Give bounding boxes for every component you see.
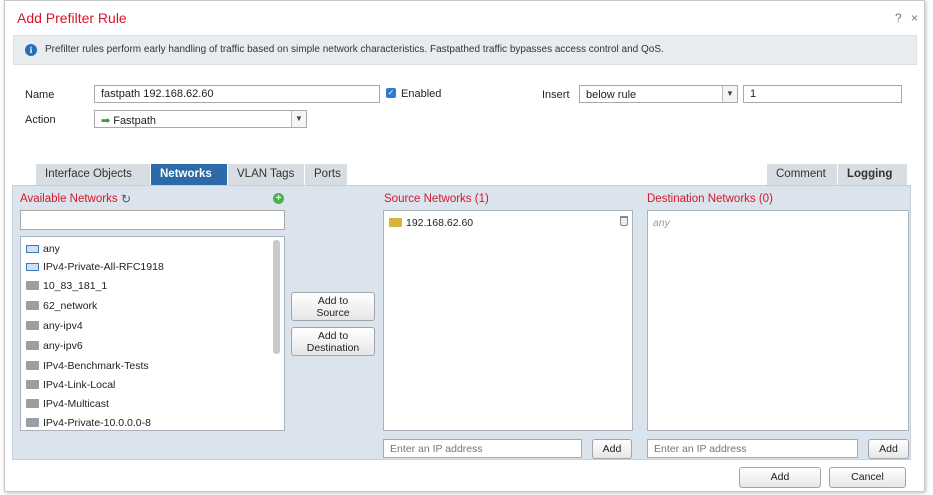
- list-item-label: any-ipv6: [43, 340, 83, 352]
- network-host-icon: [389, 218, 402, 227]
- available-networks-list: any IPv4-Private-All-RFC1918 10_83_181_1…: [20, 236, 285, 431]
- info-icon: i: [25, 44, 37, 56]
- tab-vlan-tags[interactable]: VLAN Tags: [228, 164, 305, 185]
- network-object-icon: [26, 321, 39, 330]
- list-item-label: 10_83_181_1: [43, 280, 108, 292]
- network-object-icon: [26, 399, 39, 408]
- add-destination-ip-button[interactable]: Add: [868, 439, 909, 459]
- add-network-icon[interactable]: +: [273, 193, 284, 204]
- list-item[interactable]: IPv4-Link-Local: [26, 377, 115, 393]
- title-icons: ? ×: [889, 11, 918, 25]
- chevron-down-icon: ▼: [291, 111, 306, 127]
- tab-comment[interactable]: Comment: [767, 164, 838, 185]
- info-bar: i Prefilter rules perform early handling…: [13, 35, 917, 65]
- dialog-title: Add Prefilter Rule: [17, 10, 127, 26]
- network-object-icon: [26, 281, 39, 290]
- list-item-label: any-ipv4: [43, 320, 83, 332]
- list-item[interactable]: IPv4-Private-10.0.0.0-8: [26, 415, 151, 430]
- network-object-icon: [26, 361, 39, 370]
- cancel-button[interactable]: Cancel: [829, 467, 906, 488]
- add-to-destination-line2: Destination: [306, 342, 360, 354]
- list-item-label: IPv4-Multicast: [43, 398, 109, 410]
- add-button[interactable]: Add: [739, 467, 821, 488]
- action-select[interactable]: ➡ Fastpath ▼: [94, 110, 307, 128]
- list-item[interactable]: any: [26, 241, 60, 257]
- close-icon[interactable]: ×: [911, 11, 918, 25]
- network-object-icon: [26, 380, 39, 389]
- enabled-label: Enabled: [401, 88, 442, 100]
- source-networks-list: 192.168.62.60: [383, 210, 633, 431]
- list-item-label: IPv4-Benchmark-Tests: [43, 360, 149, 372]
- source-networks-title: Source Networks (1): [384, 193, 489, 205]
- available-networks-search[interactable]: [20, 210, 285, 230]
- list-item-label: IPv4-Private-All-RFC1918: [43, 261, 164, 273]
- tab-ports[interactable]: Ports: [305, 164, 348, 185]
- name-input[interactable]: [94, 85, 380, 103]
- action-select-value-wrap: ➡ Fastpath: [101, 114, 156, 127]
- destination-networks-list: any: [647, 210, 909, 431]
- insert-select-value: below rule: [586, 89, 637, 101]
- list-item-label: IPv4-Private-10.0.0.0-8: [43, 417, 151, 429]
- name-label: Name: [25, 89, 55, 101]
- list-item[interactable]: IPv4-Multicast: [26, 396, 109, 412]
- add-to-destination-line1: Add to: [317, 330, 349, 342]
- insert-select[interactable]: below rule ▼: [579, 85, 738, 103]
- add-source-ip-button[interactable]: Add: [592, 439, 632, 459]
- network-object-icon: [26, 418, 39, 427]
- action-label: Action: [25, 114, 56, 126]
- insert-label: Insert: [542, 89, 570, 101]
- list-item[interactable]: 192.168.62.60: [389, 215, 473, 231]
- tab-interface-objects[interactable]: Interface Objects: [36, 164, 151, 185]
- list-item-label: 192.168.62.60: [406, 217, 474, 229]
- list-item-label: IPv4-Link-Local: [43, 379, 116, 391]
- add-to-source-line2: Source: [316, 307, 350, 319]
- destination-networks-title: Destination Networks (0): [647, 193, 773, 205]
- network-group-icon: [26, 263, 39, 271]
- available-networks-scrollbar[interactable]: [273, 240, 280, 354]
- chevron-down-icon: ▼: [722, 86, 737, 102]
- enabled-checkbox[interactable]: ✓: [386, 88, 396, 98]
- destination-empty-text: any: [653, 217, 670, 229]
- add-to-source-button[interactable]: Add to Source: [291, 292, 375, 321]
- tab-logging[interactable]: Logging: [838, 164, 908, 185]
- list-item[interactable]: any-ipv4: [26, 318, 83, 334]
- info-text: Prefilter rules perform early handling o…: [45, 44, 664, 55]
- insert-rule-number-input[interactable]: [743, 85, 902, 103]
- available-networks-title: Available Networks: [20, 193, 118, 205]
- list-item[interactable]: IPv4-Benchmark-Tests: [26, 358, 149, 374]
- add-to-destination-button[interactable]: Add to Destination: [291, 327, 375, 356]
- list-item[interactable]: IPv4-Private-All-RFC1918: [26, 259, 164, 275]
- source-ip-input[interactable]: [383, 439, 582, 458]
- list-item[interactable]: 10_83_181_1: [26, 278, 107, 294]
- network-group-icon: [26, 245, 39, 253]
- list-item-label: any: [43, 243, 60, 255]
- list-item[interactable]: any-ipv6: [26, 338, 83, 354]
- list-item-label: 62_network: [43, 300, 98, 312]
- action-select-value: Fastpath: [113, 115, 157, 127]
- destination-ip-input[interactable]: [647, 439, 858, 458]
- add-to-source-line1: Add to: [317, 295, 349, 307]
- trash-icon[interactable]: [620, 216, 628, 226]
- network-object-icon: [26, 341, 39, 350]
- tab-networks[interactable]: Networks: [151, 164, 228, 185]
- list-item[interactable]: 62_network: [26, 298, 97, 314]
- refresh-icon[interactable]: ↻: [121, 192, 131, 206]
- fastpath-arrow-icon: ➡: [101, 115, 111, 127]
- network-object-icon: [26, 301, 39, 310]
- help-icon[interactable]: ?: [895, 11, 902, 25]
